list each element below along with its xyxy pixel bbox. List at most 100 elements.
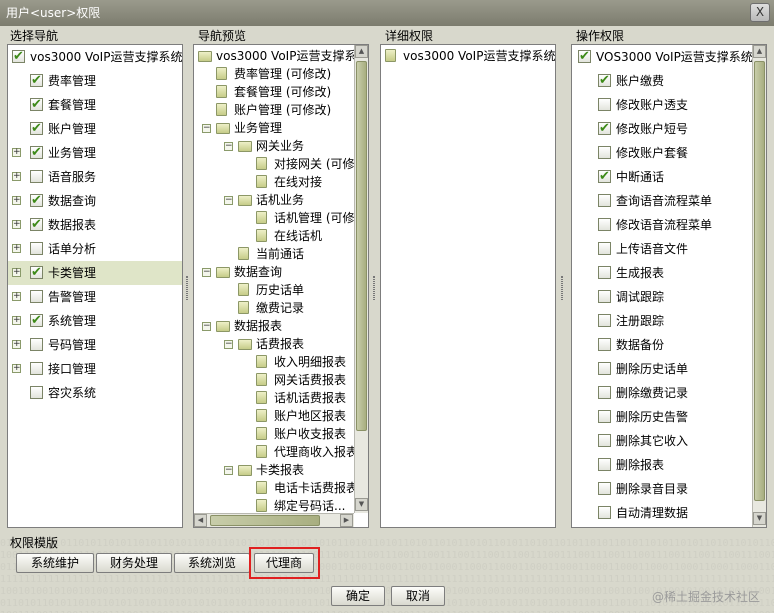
expand-icon[interactable]: + (12, 148, 21, 157)
checkbox[interactable] (598, 482, 611, 495)
page-icon (256, 391, 267, 404)
checkbox[interactable] (30, 189, 43, 213)
expand-icon[interactable]: + (12, 268, 21, 277)
nav-tree-item[interactable]: 账户管理 (8, 117, 182, 141)
collapse-icon[interactable]: − (224, 340, 233, 349)
checkbox[interactable] (30, 290, 43, 303)
expand-icon[interactable]: + (12, 340, 21, 349)
nav-tree-item[interactable]: + 接口管理 (8, 357, 182, 381)
checkbox[interactable] (598, 69, 611, 93)
scroll-up-arrow-icon[interactable]: ▲ (753, 45, 766, 58)
preview-tree-label: 账户地区报表 (274, 409, 347, 423)
splitter-handle-3[interactable] (561, 276, 563, 300)
scroll-thumb[interactable] (754, 61, 765, 501)
nav-tree-item[interactable]: 费率管理 (8, 69, 182, 93)
checkbox[interactable] (30, 69, 43, 93)
expand-icon[interactable]: + (12, 244, 21, 253)
scroll-thumb[interactable] (356, 61, 367, 431)
operation-perm-list[interactable]: VOS3000 VoIP运营支撑系统账户缴费修改账户透支修改账户短号修改账户套餐… (571, 44, 767, 528)
expand-icon[interactable]: + (12, 172, 21, 181)
checkbox[interactable] (598, 117, 611, 141)
preview-tree-label: 账户收支报表 (274, 427, 347, 441)
checkbox[interactable] (598, 434, 611, 447)
nav-tree-item[interactable]: 套餐管理 (8, 93, 182, 117)
hscroll-thumb[interactable] (210, 515, 320, 526)
preview-tree-label: 在线对接 (274, 175, 323, 189)
checkbox[interactable] (598, 362, 611, 375)
collapse-icon[interactable]: − (202, 322, 211, 331)
nav-preview-tree[interactable]: vos3000 VoIP运营支撑系... 费率管理 (可修改) 套餐管理 (可修改)… (193, 44, 369, 528)
checkbox[interactable] (598, 314, 611, 327)
nav-tree-item[interactable]: + 告警管理 (8, 285, 182, 309)
checkbox[interactable] (598, 146, 611, 159)
nav-tree-item[interactable]: + 数据查询 (8, 189, 182, 213)
checkbox[interactable] (30, 170, 43, 183)
checkbox[interactable] (598, 386, 611, 399)
operation-perm-label: VOS3000 VoIP运营支撑系统 (596, 50, 753, 64)
expand-icon[interactable]: + (12, 196, 21, 205)
splitter-handle-2[interactable] (373, 276, 375, 300)
collapse-icon[interactable]: − (224, 466, 233, 475)
scroll-left-arrow-icon[interactable]: ◀ (194, 514, 207, 527)
template-button-sysmaint[interactable]: 系统维护 (16, 553, 94, 573)
checkbox[interactable] (598, 218, 611, 231)
checkbox[interactable] (30, 117, 43, 141)
nav-preview-vscrollbar[interactable]: ▲ ▼ (354, 45, 368, 513)
expand-icon[interactable]: + (12, 316, 21, 325)
nav-tree-item[interactable]: + 系统管理 (8, 309, 182, 333)
scroll-down-arrow-icon[interactable]: ▼ (355, 498, 368, 511)
checkbox[interactable] (30, 309, 43, 333)
nav-tree-item[interactable]: + 号码管理 (8, 333, 182, 357)
expand-icon[interactable]: + (12, 364, 21, 373)
checkbox[interactable] (598, 290, 611, 303)
checkbox[interactable] (598, 266, 611, 279)
select-nav-tree[interactable]: vos3000 VoIP运营支撑系统费率管理套餐管理账户管理 + 业务管理 + 语音服务… (7, 44, 183, 528)
checkbox[interactable] (30, 141, 43, 165)
nav-tree-item[interactable]: 容灾系统 (8, 381, 182, 405)
checkbox[interactable] (598, 165, 611, 189)
expand-icon[interactable]: + (12, 292, 21, 301)
scroll-up-arrow-icon[interactable]: ▲ (355, 45, 368, 58)
checkbox[interactable] (30, 93, 43, 117)
template-button-finance[interactable]: 财务处理 (96, 553, 172, 573)
nav-tree-item[interactable]: vos3000 VoIP运营支撑系统 (8, 45, 182, 69)
checkbox[interactable] (598, 194, 611, 207)
collapse-icon[interactable]: − (224, 142, 233, 151)
checkbox[interactable] (30, 338, 43, 351)
expand-icon[interactable]: + (12, 220, 21, 229)
ok-button[interactable]: 确定 (331, 586, 385, 606)
checkbox[interactable] (578, 45, 591, 69)
nav-tree-item[interactable]: + 话单分析 (8, 237, 182, 261)
template-button-browse[interactable]: 系统浏览 (174, 553, 250, 573)
preview-tree-label: 收入明细报表 (274, 355, 347, 369)
checkbox[interactable] (598, 98, 611, 111)
collapse-icon[interactable]: − (202, 268, 211, 277)
checkbox[interactable] (598, 242, 611, 255)
checkbox[interactable] (598, 338, 611, 351)
checkbox[interactable] (598, 410, 611, 423)
cancel-button[interactable]: 取消 (391, 586, 445, 606)
nav-tree-item[interactable]: + 数据报表 (8, 213, 182, 237)
checkbox[interactable] (30, 261, 43, 285)
close-button[interactable]: X (750, 3, 770, 22)
nav-tree-item[interactable]: + 卡类管理 (8, 261, 182, 285)
scroll-down-arrow-icon[interactable]: ▼ (753, 512, 766, 525)
checkbox[interactable] (598, 458, 611, 471)
collapse-icon[interactable]: − (202, 124, 211, 133)
checkbox[interactable] (30, 213, 43, 237)
checkbox[interactable] (598, 506, 611, 519)
checkbox[interactable] (30, 242, 43, 255)
scroll-right-arrow-icon[interactable]: ▶ (340, 514, 353, 527)
checkbox[interactable] (30, 386, 43, 399)
folder-icon (216, 321, 230, 332)
preview-tree-label: 数据报表 (234, 319, 283, 333)
operation-perm-vscrollbar[interactable]: ▲ ▼ (752, 45, 766, 527)
nav-preview-hscrollbar[interactable]: ◀ ▶ (194, 513, 354, 527)
splitter-handle-1[interactable] (186, 276, 188, 300)
collapse-icon[interactable]: − (224, 196, 233, 205)
nav-tree-item[interactable]: + 业务管理 (8, 141, 182, 165)
nav-tree-item[interactable]: + 语音服务 (8, 165, 182, 189)
checkbox[interactable] (12, 45, 25, 69)
detail-perm-tree[interactable]: vos3000 VoIP运营支撑系统 (380, 44, 556, 528)
checkbox[interactable] (30, 362, 43, 375)
